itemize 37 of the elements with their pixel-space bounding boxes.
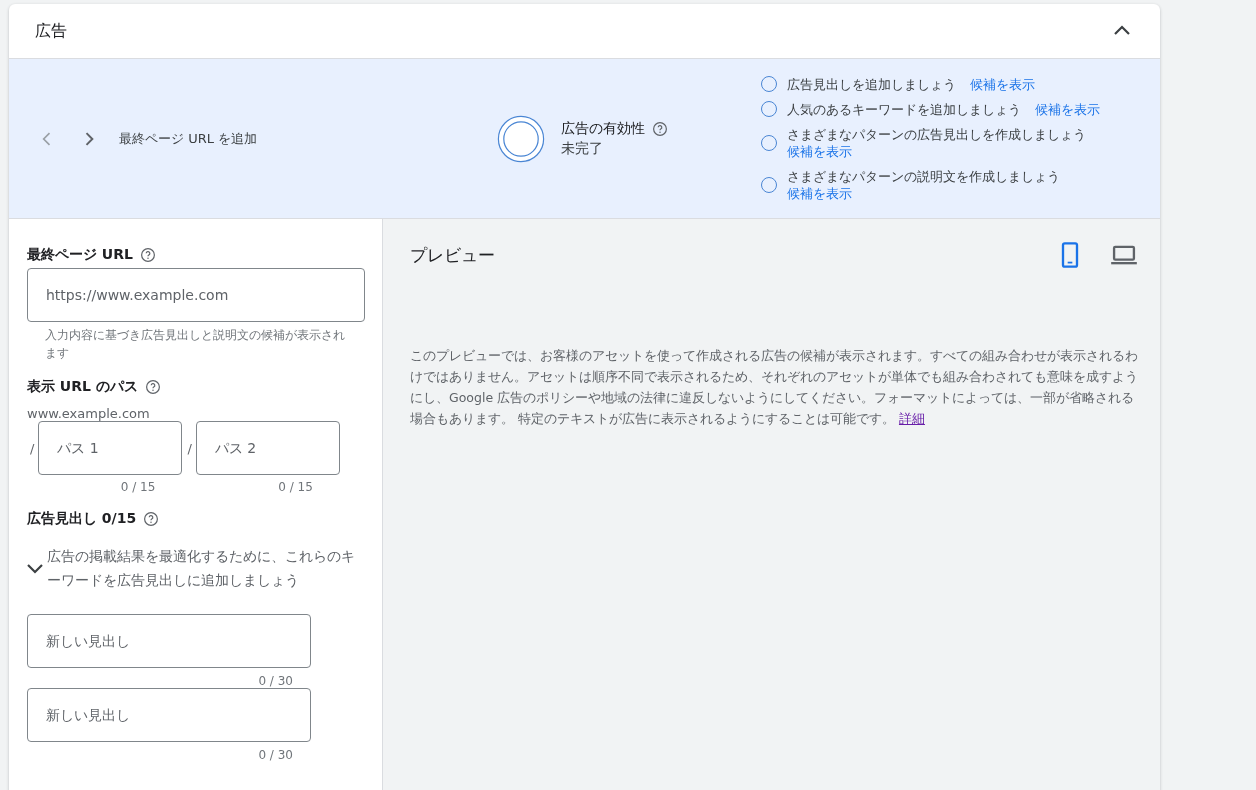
show-suggestions-link[interactable]: 候補を表示 [787, 142, 852, 160]
learn-more-link[interactable]: 詳細 [898, 411, 925, 426]
field-label: 表示 URL のパス [27, 378, 138, 396]
help-icon[interactable] [143, 378, 162, 396]
character-counter: 0 / 30 [258, 673, 294, 688]
domain-text: www.example.com [27, 406, 151, 421]
url-field[interactable]: https://www.example.com [27, 268, 365, 322]
character-counter: 0 / 15 [278, 479, 314, 494]
show-suggestions-link[interactable]: 候補を表示 [970, 75, 1035, 93]
character-counter: 0 / 30 [258, 747, 294, 762]
path-field[interactable]: パス 1 [38, 421, 183, 475]
path-separator: / [187, 440, 192, 456]
panel-title: 広告 [35, 20, 67, 42]
preview-title: プレビュー [410, 243, 495, 267]
path-separator: / [30, 440, 35, 456]
strength-ring-icon [497, 114, 545, 163]
suggestion-text: 広告見出しを追加しましょう [787, 75, 956, 93]
show-suggestions-link[interactable]: 候補を表示 [1035, 100, 1100, 118]
suggestion-text: さまざまなパターンの広告見出しを作成しましょう [787, 125, 1086, 143]
help-icon[interactable] [142, 510, 161, 528]
show-suggestions-link[interactable]: 候補を表示 [787, 184, 852, 202]
suggestion-text: 人気のあるキーワードを追加しましょう [787, 100, 1021, 118]
step-label: 最終ページ URL を追加 [119, 129, 258, 148]
character-counter: 0 / 15 [120, 479, 157, 494]
headline-field[interactable]: 新しい見出し [27, 614, 311, 668]
suggestion-text: さまざまなパターンの説明文を作成しましょう [787, 167, 1060, 185]
help-icon[interactable] [138, 246, 157, 264]
field-label: 広告見出し 0/15 [27, 510, 137, 528]
keyword-tip: 広告の掲載結果を最適化するために、これらのキーワードを広告見出しに追加しましょう [47, 547, 356, 590]
field-label: 最終ページ URL [27, 246, 133, 264]
strength-title: 広告の有効性 [561, 119, 645, 138]
headline-field[interactable]: 新しい見出し [27, 688, 311, 742]
preview-notice: このプレビューでは、お客様のアセットを使って作成される広告の候補が表示されます。すべての組み合わせが表示されるわけではありません。アセットは順序不同で表示されるため、それぞれのアセットが単体でも組み合わされても意味を成すようにし、Google 広告のポリシーや地域の法律に違反しないようにしてください。フォーマットによっては、一部が省略される場合もあります。 特定のテキストが広告に表示されるようにすることは可能です。 詳細 [410, 347, 1138, 428]
help-icon[interactable] [651, 119, 669, 138]
strength-status: 未完了 [561, 139, 603, 156]
path-field[interactable]: パス 2 [195, 421, 340, 475]
field-hint: 入力内容に基づき広告見出しと説明文の候補が表示されます [44, 327, 346, 362]
